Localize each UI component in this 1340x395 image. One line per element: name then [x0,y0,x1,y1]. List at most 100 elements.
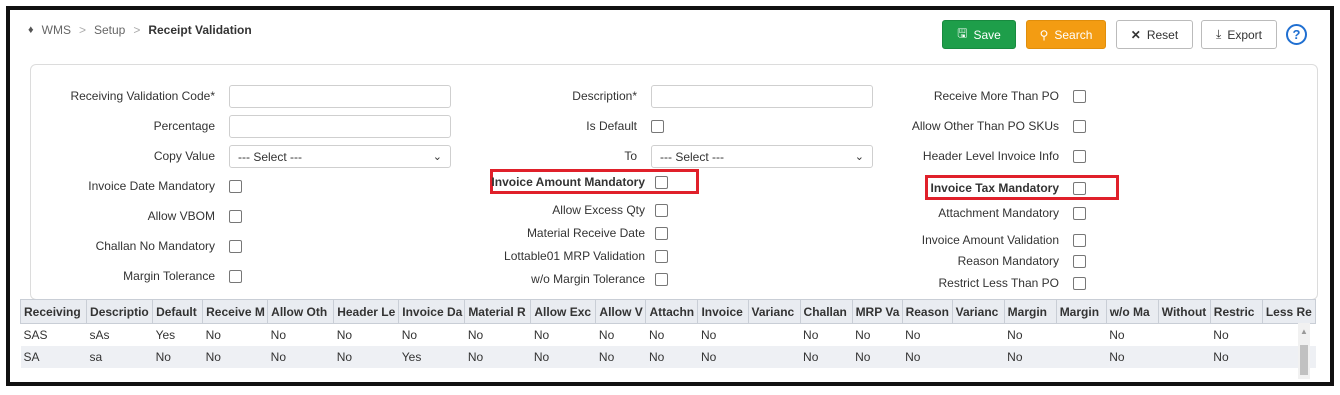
reset-label: Reset [1146,27,1179,42]
description-label: Description* [572,89,637,103]
table-cell [1158,345,1211,368]
table-cell: No [333,345,399,368]
scroll-up-icon[interactable]: ▲ [1300,327,1308,336]
to-selected: --- Select --- [660,149,724,164]
attachment-mandatory-checkbox[interactable] [1073,207,1086,220]
description-input[interactable] [651,85,873,108]
allow-vbom-checkbox[interactable] [229,210,242,223]
reason-mandatory-checkbox[interactable] [1073,255,1086,268]
invoice-amount-mandatory-checkbox[interactable] [655,176,668,189]
table-cell: No [902,345,953,368]
column-header[interactable]: Receive M [202,299,269,324]
copy-value-selected: --- Select --- [238,149,302,164]
results-table: Receiving Descriptio Default Receive M A… [20,299,1316,379]
column-header[interactable]: MRP Va [851,299,903,324]
app-window: ♦ WMS > Setup > Receipt Validation 🖫 Sav… [6,6,1334,386]
column-header[interactable]: Varianc [951,299,1005,324]
table-row[interactable]: SA sa No No No No Yes No No No No No No … [20,345,1316,368]
vertical-scrollbar[interactable]: ▲ [1298,323,1310,379]
reset-button[interactable]: ✕ Reset [1116,20,1193,49]
help-icon[interactable]: ? [1286,24,1307,45]
column-header[interactable]: Without [1157,299,1211,324]
page-header: ♦ WMS > Setup > Receipt Validation 🖫 Sav… [10,10,1330,58]
header-level-invoice-info-label: Header Level Invoice Info [922,149,1059,163]
table-cell: No [530,345,596,368]
home-icon[interactable]: ♦ [28,24,34,36]
table-header-row: Receiving Descriptio Default Receive M A… [20,299,1316,324]
save-label: Save [973,27,1001,42]
allow-vbom-label: Allow VBOM [147,209,215,223]
column-header[interactable]: Invoice [697,299,749,324]
table-cell: No [800,345,853,368]
copy-value-select[interactable]: --- Select --- ⌄ [229,145,451,168]
allow-other-than-po-skus-checkbox[interactable] [1073,120,1086,133]
export-label: Export [1227,27,1262,42]
export-button[interactable]: ⤓ Export [1201,20,1277,49]
invoice-tax-mandatory-checkbox[interactable] [1073,182,1086,195]
table-row[interactable]: SAS sAs Yes No No No No No No No No No N… [21,324,1316,346]
is-default-label: Is Default [586,119,637,133]
column-header[interactable]: Allow V [595,299,647,324]
table-cell: No [595,345,646,368]
restrict-less-than-po-label: Restrict Less Than PO [938,276,1060,290]
to-select[interactable]: --- Select --- ⌄ [651,145,873,168]
table-cell [748,345,801,368]
column-header[interactable]: Restric [1209,299,1263,324]
table-cell [952,324,1004,346]
download-icon: ⤓ [1216,27,1222,41]
column-header[interactable]: Margin [1003,299,1057,324]
page-title: Receipt Validation [148,23,252,37]
column-header[interactable]: Allow Exc [530,299,597,324]
table-cell: No [803,327,819,342]
breadcrumb-wms[interactable]: WMS [42,23,71,37]
lottable01-mrp-validation-checkbox[interactable] [655,250,668,263]
invoice-amount-validation-checkbox[interactable] [1073,234,1086,247]
breadcrumb-setup[interactable]: Setup [94,23,125,37]
scrollbar-thumb[interactable] [1300,345,1308,375]
column-header[interactable]: Challan [799,299,853,324]
table-cell: No [270,327,287,342]
wo-margin-tolerance-label: w/o Margin Tolerance [531,272,645,286]
challan-no-mandatory-checkbox[interactable] [229,240,242,253]
receive-more-than-po-checkbox[interactable] [1073,90,1086,103]
column-header[interactable]: w/o Ma [1105,299,1159,324]
allow-excess-qty-checkbox[interactable] [655,204,668,217]
breadcrumb-separator: > [133,23,141,37]
table-cell: No [533,327,550,342]
column-header[interactable]: Less Re [1261,299,1316,324]
search-button[interactable]: ⚲ Search [1026,20,1106,49]
is-default-checkbox[interactable] [651,120,664,133]
column-header[interactable]: Attachn [645,299,699,324]
header-level-invoice-info-checkbox[interactable] [1073,150,1086,163]
invoice-amount-validation-label: Invoice Amount Validation [921,233,1059,247]
column-header[interactable]: Material R [464,299,532,324]
invoice-date-mandatory-checkbox[interactable] [229,180,242,193]
table-cell: No [852,345,903,368]
table-cell: SAS [23,327,48,342]
percentage-input[interactable] [229,115,451,138]
column-header[interactable]: Margin [1055,299,1107,324]
column-header[interactable]: Header Le [333,299,400,324]
column-header[interactable]: Varianc [747,299,801,324]
receiving-validation-code-input[interactable] [229,85,451,108]
column-header[interactable]: Invoice Da [398,299,466,324]
column-header[interactable]: Default [152,299,204,324]
column-header[interactable]: Reason [901,299,953,324]
table-cell: No [1004,345,1057,368]
table-cell: No [467,327,484,342]
table-cell: No [267,345,334,368]
table-cell: No [1106,345,1159,368]
wo-margin-tolerance-checkbox[interactable] [655,273,668,286]
copy-value-label: Copy Value [153,149,215,163]
column-header[interactable]: Allow Oth [267,299,335,324]
column-header[interactable]: Descriptio [86,299,154,324]
to-label: To [624,149,637,163]
breadcrumb-separator: > [78,23,86,37]
restrict-less-than-po-checkbox[interactable] [1073,277,1086,290]
column-header[interactable]: Receiving [20,299,88,324]
margin-tolerance-checkbox[interactable] [229,270,242,283]
chevron-down-icon: ⌄ [854,151,864,163]
table-cell: No [905,327,921,342]
save-button[interactable]: 🖫 Save [942,20,1016,49]
material-receive-date-checkbox[interactable] [655,227,668,240]
